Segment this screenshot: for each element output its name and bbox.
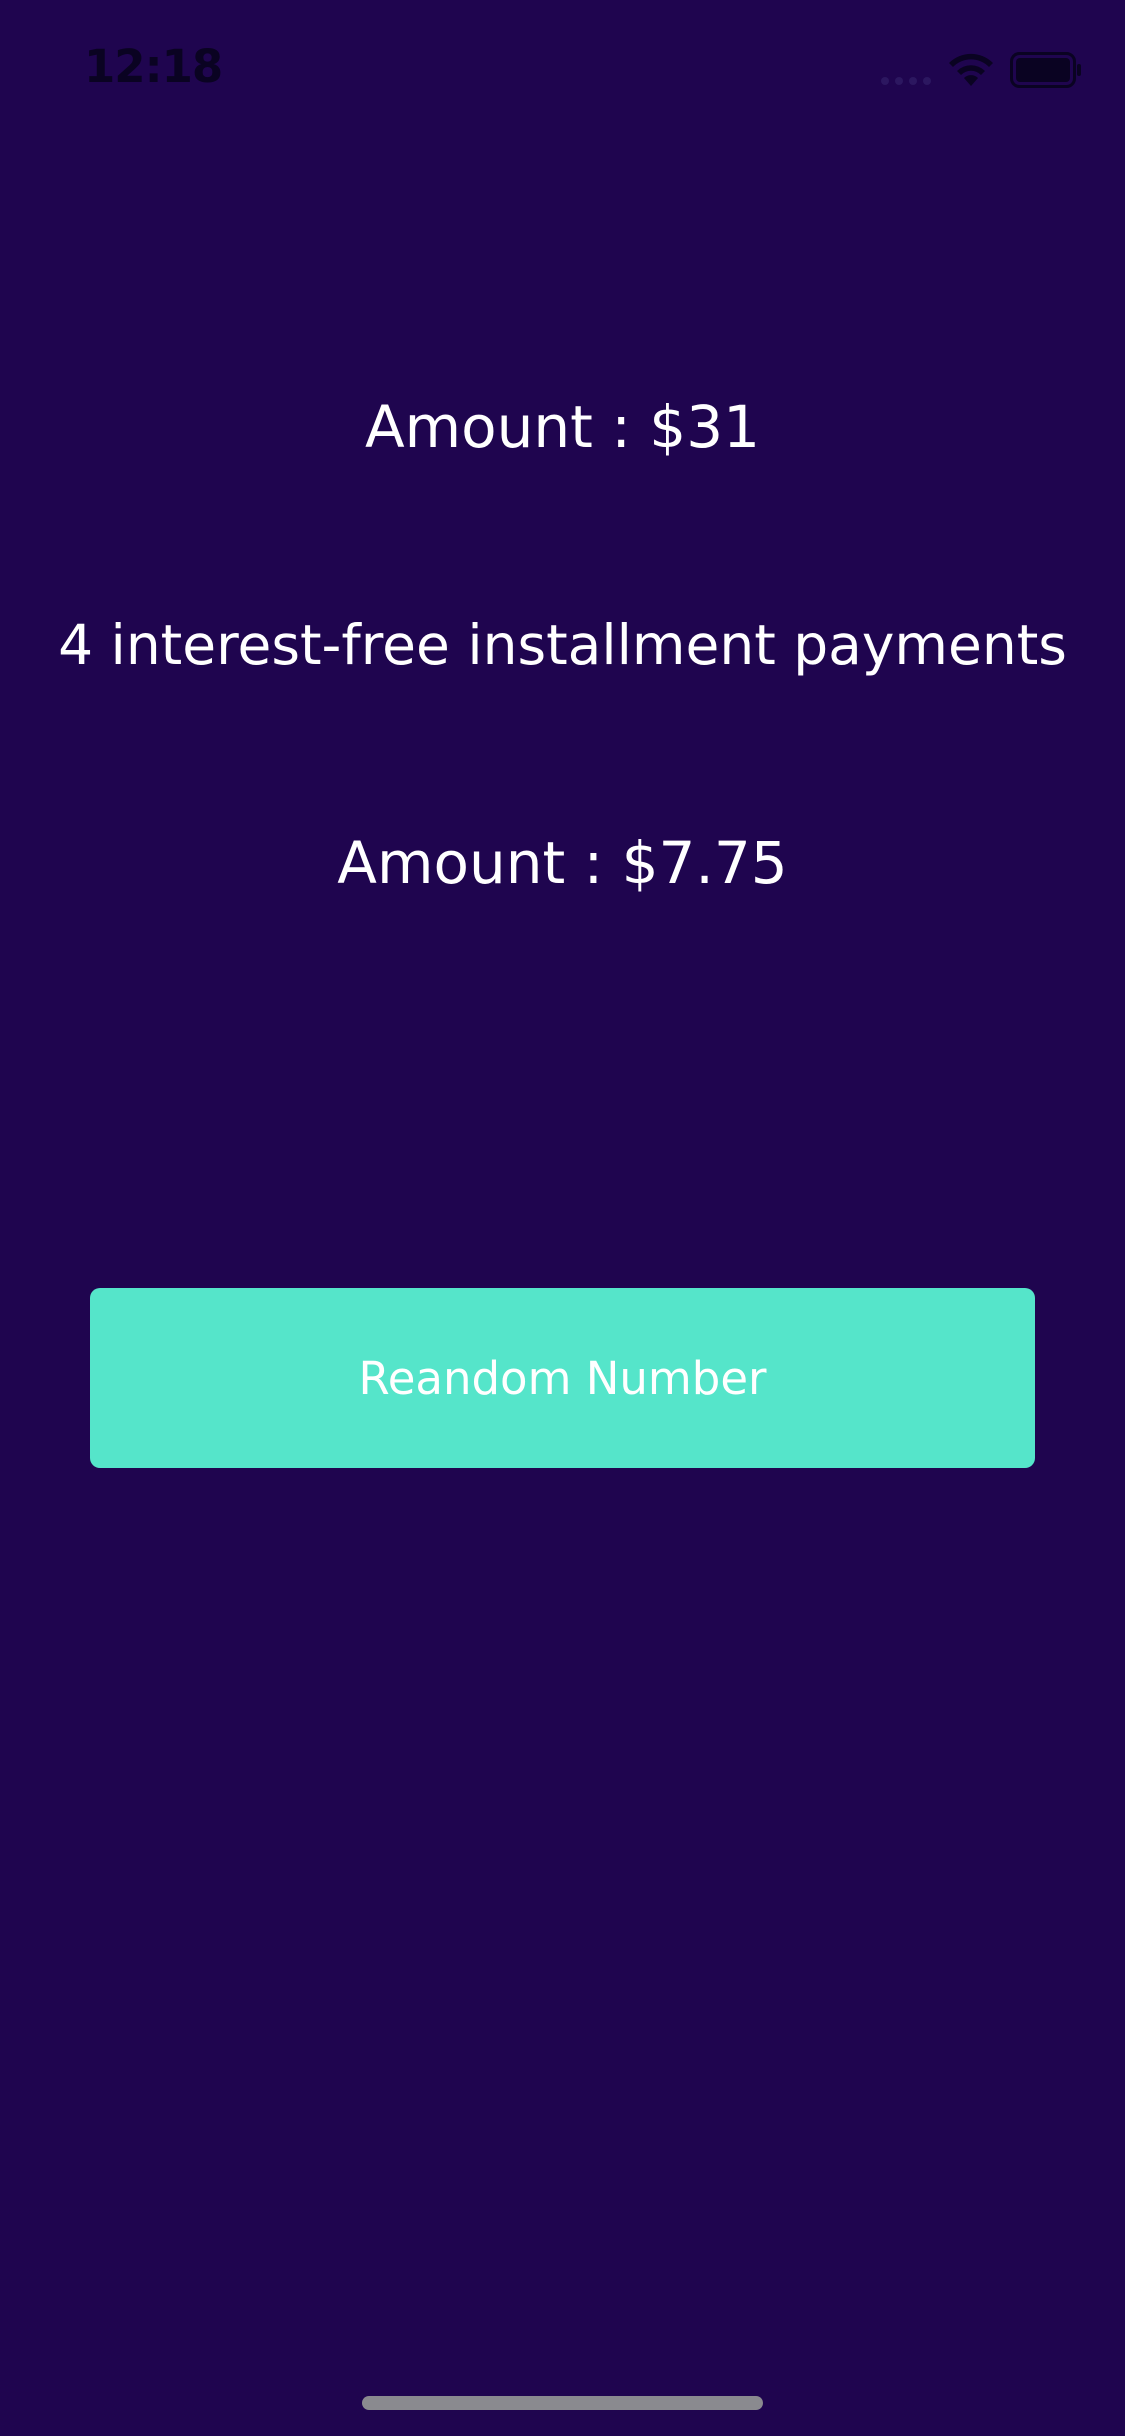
- status-bar: 12:18: [0, 0, 1125, 135]
- wifi-icon: [949, 53, 993, 86]
- installment-amount-label: Amount : $7.75: [337, 829, 788, 897]
- status-time: 12:18: [84, 40, 223, 93]
- random-number-button-label: Reandom Number: [358, 1351, 767, 1405]
- cellular-signal-icon: [881, 77, 931, 85]
- battery-icon: [1010, 52, 1081, 88]
- random-number-button[interactable]: Reandom Number: [90, 1288, 1035, 1468]
- total-amount-label: Amount : $31: [364, 393, 761, 461]
- home-indicator[interactable]: [362, 2396, 763, 2410]
- installment-description: 4 interest-free installment payments: [58, 613, 1067, 677]
